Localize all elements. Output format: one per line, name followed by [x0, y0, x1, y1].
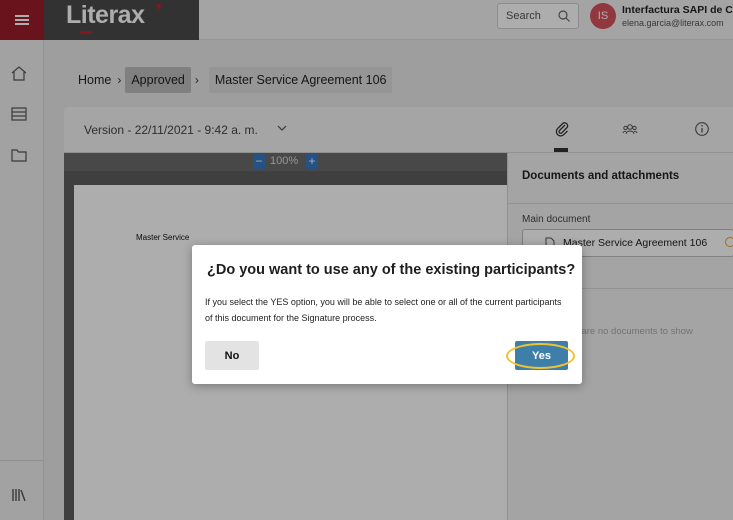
dialog-message: If you select the YES option, you will b… — [205, 297, 562, 323]
dialog-title: ¿Do you want to use any of the existing … — [207, 262, 576, 278]
confirm-dialog: ¿Do you want to use any of the existing … — [192, 245, 582, 384]
no-button[interactable]: No — [205, 341, 259, 370]
yes-button[interactable]: Yes — [515, 341, 568, 370]
